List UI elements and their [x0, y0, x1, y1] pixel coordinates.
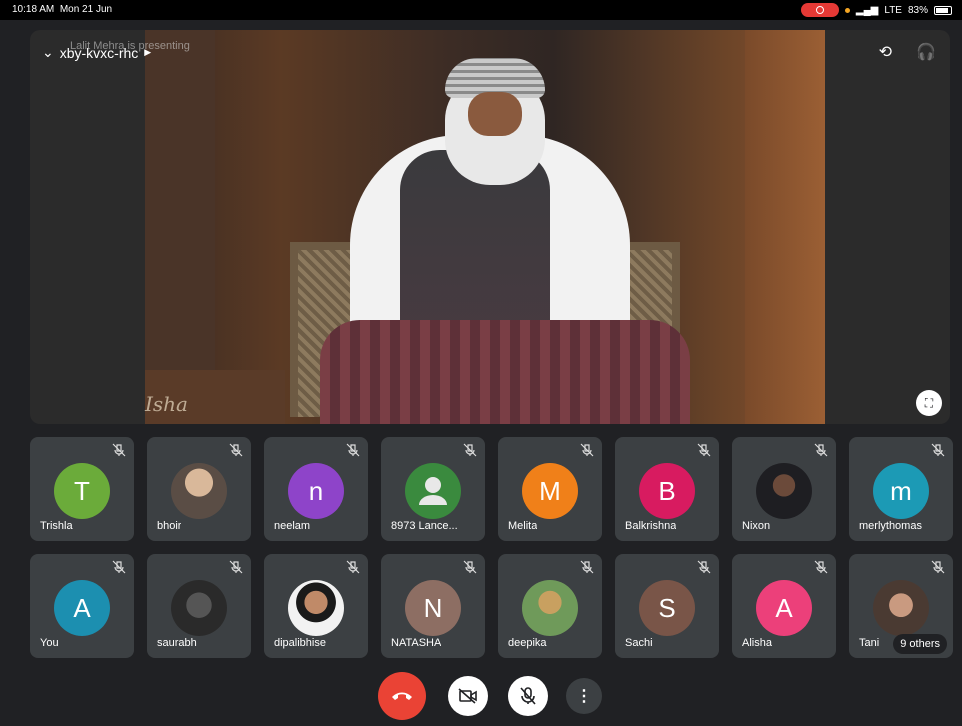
- mic-off-icon: [814, 443, 828, 457]
- participant-name: Sachi: [625, 637, 653, 649]
- avatar-photo: [288, 580, 344, 636]
- network-label: LTE: [884, 4, 902, 16]
- mic-toggle-button[interactable]: [508, 676, 548, 716]
- caret-right-icon: ▶: [144, 47, 152, 57]
- mic-off-icon: [346, 560, 360, 574]
- participant-tile[interactable]: N NATASHA: [381, 554, 485, 658]
- participant-tile[interactable]: deepika: [498, 554, 602, 658]
- camera-off-icon: [458, 688, 477, 704]
- recording-icon: [800, 3, 839, 17]
- end-call-button[interactable]: [378, 672, 426, 720]
- participant-tile[interactable]: bhoir: [147, 437, 251, 541]
- avatar-photo: [522, 580, 578, 636]
- meeting-info-button[interactable]: ⌄ xby-kvxc-rhc ▶: [42, 44, 151, 61]
- mic-off-icon: [697, 443, 711, 457]
- participant-name: Alisha: [742, 637, 772, 649]
- mic-off-icon: [112, 443, 126, 457]
- mic-off-icon: [346, 443, 360, 457]
- mic-off-icon: [697, 560, 711, 574]
- more-vert-icon: ⋮: [576, 688, 592, 705]
- participant-name: neelam: [274, 520, 311, 532]
- fullscreen-button[interactable]: ⛶: [916, 390, 942, 416]
- battery-icon: [934, 5, 952, 15]
- avatar-photo: [873, 580, 929, 636]
- participant-tile[interactable]: n neelam: [264, 437, 368, 541]
- more-options-button[interactable]: ⋮: [566, 678, 602, 714]
- mic-off-icon: [931, 443, 945, 457]
- participant-tile[interactable]: S Sachi: [615, 554, 719, 658]
- person-icon: [405, 463, 461, 519]
- avatar: N: [405, 580, 461, 636]
- participant-tile-self[interactable]: A You: [30, 554, 134, 658]
- top-actions: ⟲ 🎧: [879, 42, 936, 62]
- participant-name: Tani: [859, 637, 880, 649]
- meeting-code: xby-kvxc-rhc: [59, 44, 139, 61]
- participant-tile[interactable]: dipalibhise: [264, 554, 368, 658]
- video-watermark: Isha: [145, 392, 188, 416]
- switch-camera-icon[interactable]: ⟲: [879, 42, 892, 62]
- participant-name: Melita: [508, 520, 538, 532]
- avatar: T: [54, 463, 110, 519]
- main-video-tile[interactable]: Isha Lalit Mehra is presenting ⌄ xby-kvx…: [30, 30, 950, 424]
- mic-off-icon: [931, 560, 945, 574]
- avatar-photo: [756, 463, 812, 519]
- fullscreen-icon: ⛶: [924, 395, 934, 410]
- status-indicators: ▂▄▆ LTE 83%: [800, 3, 952, 17]
- avatar: M: [522, 463, 578, 519]
- mic-off-icon: [814, 560, 828, 574]
- phone-hangup-icon: [392, 692, 412, 700]
- participant-name: saurabh: [157, 637, 197, 649]
- presenter-video: Isha: [145, 30, 825, 424]
- participant-tile[interactable]: Nixon: [732, 437, 836, 541]
- battery-percent: 83%: [907, 4, 928, 16]
- mic-off-icon: [112, 560, 126, 574]
- participant-tile[interactable]: m merlythomas: [849, 437, 953, 541]
- mic-in-use-indicator: [844, 7, 850, 13]
- headphones-icon[interactable]: 🎧: [916, 42, 936, 62]
- avatar: S: [639, 580, 695, 636]
- participant-tile[interactable]: M Melita: [498, 437, 602, 541]
- participant-name: deepika: [508, 637, 547, 649]
- avatar: n: [288, 463, 344, 519]
- avatar: B: [639, 463, 695, 519]
- mic-off-icon: [463, 443, 477, 457]
- mic-off-icon: [229, 560, 243, 574]
- mic-off-icon: [580, 443, 594, 457]
- mic-off-icon: [229, 443, 243, 457]
- avatar: m: [873, 463, 929, 519]
- participant-name: You: [40, 637, 59, 649]
- mic-off-icon: [520, 687, 536, 705]
- avatar-photo: [171, 463, 227, 519]
- mic-off-icon: [463, 560, 477, 574]
- participant-name: Balkrishna: [625, 520, 677, 532]
- participant-name: bhoir: [157, 520, 182, 532]
- participant-name: merlythomas: [859, 520, 922, 532]
- status-time: 10:18 AM Mon 21 Jun: [12, 4, 113, 15]
- camera-toggle-button[interactable]: [448, 676, 488, 716]
- participant-tile[interactable]: B Balkrishna: [615, 437, 719, 541]
- avatar: A: [756, 580, 812, 636]
- status-bar: 10:18 AM Mon 21 Jun ▂▄▆ LTE 83%: [0, 0, 962, 20]
- participant-tile[interactable]: T Trishla: [30, 437, 134, 541]
- signal-icon: ▂▄▆: [855, 4, 879, 16]
- participant-name: 8973 Lance...: [391, 520, 458, 532]
- avatar: A: [54, 580, 110, 636]
- participant-name: NATASHA: [391, 637, 442, 649]
- participant-tile[interactable]: 8973 Lance...: [381, 437, 485, 541]
- mic-off-icon: [580, 560, 594, 574]
- participant-name: dipalibhise: [274, 637, 326, 649]
- participant-tile-overflow[interactable]: Tani 9 others: [849, 554, 953, 658]
- participant-name: Trishla: [40, 520, 73, 532]
- participant-tile[interactable]: A Alisha: [732, 554, 836, 658]
- others-count-badge[interactable]: 9 others: [893, 634, 947, 654]
- call-controls: ⋮: [0, 670, 962, 720]
- avatar-photo: [171, 580, 227, 636]
- participant-name: Nixon: [742, 520, 771, 532]
- chevron-down-icon: ⌄: [42, 44, 54, 60]
- participant-tile[interactable]: saurabh: [147, 554, 251, 658]
